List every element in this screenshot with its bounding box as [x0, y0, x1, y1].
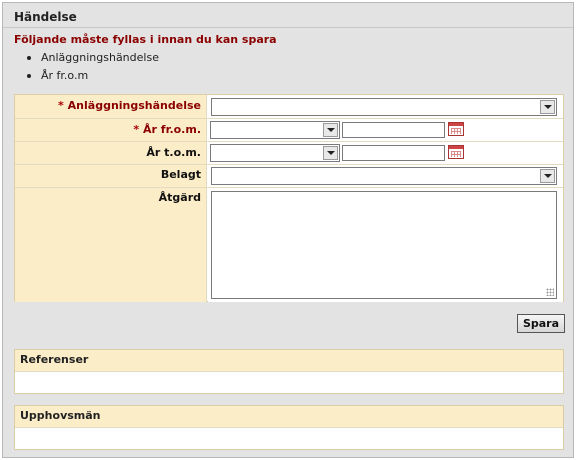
field-label-atgard: Åtgärd — [15, 188, 207, 302]
section-title-referenser: Referenser — [15, 350, 563, 372]
references-section: Referenser — [14, 349, 564, 394]
atgard-textarea[interactable] — [211, 191, 557, 299]
field-label-ar-tom: År t.o.m. — [15, 142, 207, 164]
field-label-ar-from: * År fr.o.m. — [15, 119, 207, 141]
form-row-belagt: Belagt — [15, 165, 563, 188]
belagt-select[interactable] — [211, 167, 557, 185]
field-label-text: År fr.o.m. — [143, 123, 201, 136]
ar-from-date-input[interactable] — [342, 122, 445, 138]
calendar-icon[interactable] — [448, 122, 464, 136]
validation-item: Anläggningshändelse — [27, 51, 159, 69]
form-row-atgard: Åtgärd — [15, 188, 563, 302]
panel-title: Händelse — [14, 10, 77, 24]
save-button[interactable]: Spara — [517, 314, 565, 333]
required-marker: * — [133, 123, 140, 136]
field-label-anlaggningshandelse: * Anläggningshändelse — [15, 95, 207, 118]
event-form: * Anläggningshändelse * År fr.o.m. År t.… — [14, 94, 564, 302]
chevron-down-icon[interactable] — [323, 146, 338, 160]
chevron-down-icon[interactable] — [540, 169, 555, 183]
anlaggningshandelse-select[interactable] — [211, 98, 557, 116]
chevron-down-icon[interactable] — [540, 100, 555, 114]
authors-content — [15, 428, 563, 449]
form-row-ar-tom: År t.o.m. — [15, 142, 563, 165]
event-panel: Händelse Följande måste fyllas i innan d… — [2, 2, 574, 458]
resize-grip-icon[interactable] — [546, 288, 554, 296]
chevron-down-icon[interactable] — [323, 123, 338, 137]
section-title-upphovsman: Upphovsmän — [15, 406, 563, 428]
required-marker: * — [58, 99, 64, 112]
authors-section: Upphovsmän — [14, 405, 564, 450]
title-divider — [3, 27, 573, 28]
validation-heading: Följande måste fyllas i innan du kan spa… — [14, 33, 277, 46]
validation-item: År fr.o.m — [27, 69, 159, 87]
form-row-ar-from: * År fr.o.m. — [15, 119, 563, 142]
ar-from-select[interactable] — [210, 121, 340, 139]
field-label-belagt: Belagt — [15, 165, 207, 187]
references-content — [15, 372, 563, 393]
ar-tom-date-input[interactable] — [342, 145, 445, 161]
form-row-anlaggningshandelse: * Anläggningshändelse — [15, 95, 563, 119]
calendar-icon[interactable] — [448, 145, 464, 159]
field-label-text: Anläggningshändelse — [67, 99, 201, 112]
ar-tom-select[interactable] — [210, 144, 340, 162]
validation-list: Anläggningshändelse År fr.o.m — [27, 51, 159, 87]
